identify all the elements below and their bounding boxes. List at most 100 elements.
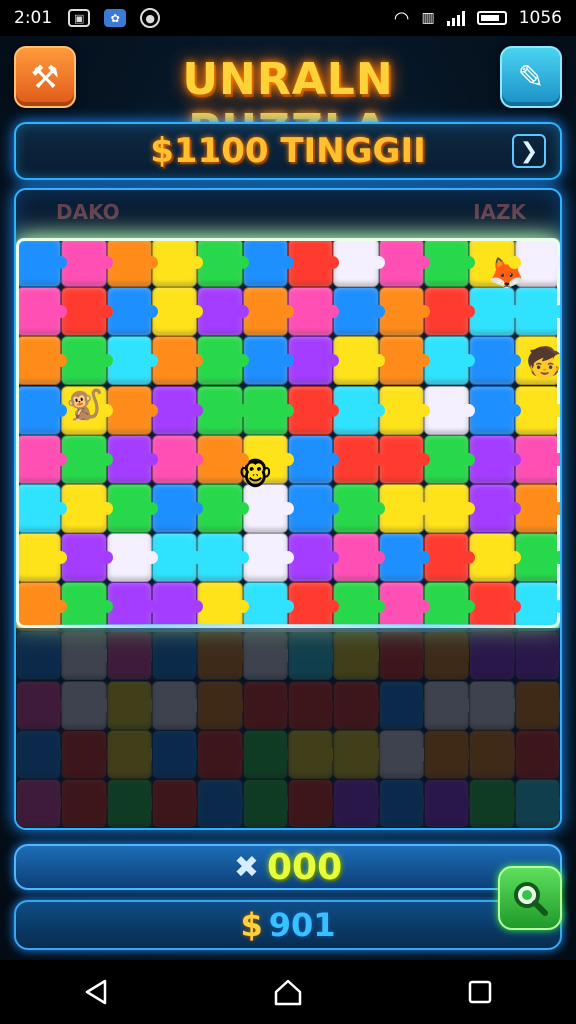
- puzzle-piece[interactable]: [288, 729, 340, 779]
- puzzle-piece[interactable]: [288, 533, 340, 583]
- puzzle-piece[interactable]: [152, 483, 204, 533]
- puzzle-piece[interactable]: [424, 680, 476, 730]
- puzzle-piece[interactable]: [333, 533, 386, 583]
- puzzle-piece[interactable]: [469, 287, 522, 337]
- puzzle-piece[interactable]: [378, 336, 431, 386]
- puzzle-piece[interactable]: [514, 778, 560, 828]
- puzzle-piece[interactable]: [424, 287, 476, 337]
- puzzle-piece[interactable]: [424, 778, 476, 828]
- puzzle-piece[interactable]: [288, 238, 340, 288]
- search-button[interactable]: [498, 866, 562, 930]
- puzzle-piece[interactable]: [61, 434, 114, 484]
- puzzle-piece[interactable]: [514, 729, 560, 779]
- puzzle-piece[interactable]: [197, 631, 250, 681]
- puzzle-piece[interactable]: [242, 533, 295, 583]
- puzzle-piece[interactable]: [106, 336, 159, 386]
- puzzle-piece[interactable]: [242, 680, 295, 730]
- puzzle-piece[interactable]: [16, 533, 68, 583]
- puzzle-piece[interactable]: [106, 631, 159, 681]
- puzzle-piece[interactable]: [242, 729, 295, 779]
- puzzle-piece[interactable]: [106, 680, 159, 730]
- puzzle-piece[interactable]: [469, 680, 522, 730]
- recents-button[interactable]: [450, 972, 510, 1012]
- puzzle-piece[interactable]: [333, 238, 386, 288]
- puzzle-piece[interactable]: [514, 385, 560, 435]
- puzzle-piece[interactable]: [16, 385, 68, 435]
- puzzle-piece[interactable]: [378, 238, 431, 288]
- puzzle-piece[interactable]: [16, 631, 68, 681]
- puzzle-piece[interactable]: [333, 729, 386, 779]
- puzzle-piece[interactable]: [106, 533, 159, 583]
- puzzle-piece[interactable]: [16, 680, 68, 730]
- puzzle-piece[interactable]: [424, 385, 476, 435]
- puzzle-piece[interactable]: [16, 287, 68, 337]
- puzzle-piece[interactable]: [378, 729, 431, 779]
- puzzle-piece[interactable]: [469, 385, 522, 435]
- puzzle-piece[interactable]: [61, 680, 114, 730]
- puzzle-piece[interactable]: [197, 434, 250, 484]
- puzzle-piece[interactable]: [514, 287, 560, 337]
- puzzle-piece[interactable]: [424, 336, 476, 386]
- hammer-button[interactable]: ⚒: [14, 46, 76, 108]
- puzzle-piece[interactable]: [333, 287, 386, 337]
- puzzle-piece[interactable]: [378, 680, 431, 730]
- puzzle-piece[interactable]: [378, 385, 431, 435]
- puzzle-piece[interactable]: [288, 680, 340, 730]
- puzzle-grid[interactable]: 🐒 🐵 🦊 🧒: [16, 238, 560, 828]
- puzzle-piece[interactable]: [197, 385, 250, 435]
- puzzle-piece[interactable]: [152, 729, 204, 779]
- puzzle-piece[interactable]: [152, 385, 204, 435]
- puzzle-piece[interactable]: [106, 385, 159, 435]
- puzzle-piece[interactable]: [16, 483, 68, 533]
- puzzle-piece[interactable]: [106, 287, 159, 337]
- puzzle-piece[interactable]: [152, 238, 204, 288]
- puzzle-piece[interactable]: [106, 778, 159, 828]
- puzzle-piece[interactable]: [152, 680, 204, 730]
- puzzle-piece[interactable]: [424, 729, 476, 779]
- puzzle-piece[interactable]: [197, 287, 250, 337]
- puzzle-piece[interactable]: [242, 778, 295, 828]
- puzzle-piece[interactable]: [469, 434, 522, 484]
- puzzle-piece[interactable]: [288, 483, 340, 533]
- puzzle-piece[interactable]: [514, 680, 560, 730]
- puzzle-piece[interactable]: [469, 729, 522, 779]
- puzzle-piece[interactable]: [469, 778, 522, 828]
- puzzle-piece[interactable]: [378, 533, 431, 583]
- puzzle-piece[interactable]: [514, 483, 560, 533]
- puzzle-piece[interactable]: [242, 385, 295, 435]
- puzzle-piece[interactable]: [424, 631, 476, 681]
- puzzle-piece[interactable]: [197, 778, 250, 828]
- puzzle-piece[interactable]: [378, 483, 431, 533]
- puzzle-piece[interactable]: [378, 434, 431, 484]
- puzzle-piece[interactable]: [469, 631, 522, 681]
- puzzle-piece[interactable]: [61, 483, 114, 533]
- puzzle-piece[interactable]: [152, 336, 204, 386]
- puzzle-piece[interactable]: [61, 238, 114, 288]
- puzzle-piece[interactable]: [242, 287, 295, 337]
- puzzle-piece[interactable]: [61, 287, 114, 337]
- puzzle-piece[interactable]: [61, 729, 114, 779]
- puzzle-piece[interactable]: [288, 434, 340, 484]
- puzzle-piece[interactable]: [333, 385, 386, 435]
- puzzle-piece[interactable]: [378, 631, 431, 681]
- home-button[interactable]: [258, 972, 318, 1012]
- puzzle-piece[interactable]: [333, 336, 386, 386]
- puzzle-piece[interactable]: [333, 631, 386, 681]
- puzzle-piece[interactable]: [197, 483, 250, 533]
- puzzle-piece[interactable]: [333, 778, 386, 828]
- puzzle-piece[interactable]: [16, 778, 68, 828]
- back-button[interactable]: [66, 972, 126, 1012]
- puzzle-piece[interactable]: [288, 631, 340, 681]
- puzzle-piece[interactable]: [333, 680, 386, 730]
- puzzle-piece[interactable]: [61, 336, 114, 386]
- puzzle-piece[interactable]: [424, 533, 476, 583]
- puzzle-piece[interactable]: [469, 336, 522, 386]
- puzzle-piece[interactable]: [152, 533, 204, 583]
- puzzle-piece[interactable]: [242, 238, 295, 288]
- puzzle-piece[interactable]: [424, 238, 476, 288]
- puzzle-piece[interactable]: [152, 434, 204, 484]
- puzzle-piece[interactable]: [378, 287, 431, 337]
- puzzle-piece[interactable]: [288, 385, 340, 435]
- puzzle-piece[interactable]: [106, 238, 159, 288]
- puzzle-piece[interactable]: [16, 434, 68, 484]
